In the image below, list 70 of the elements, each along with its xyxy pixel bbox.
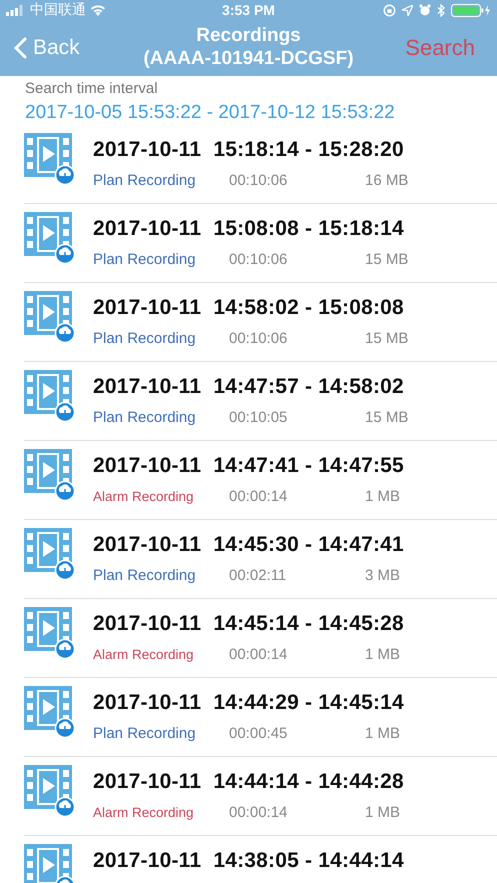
recording-time: 2017-10-11 14:44:29 - 14:45:14 — [93, 690, 404, 716]
video-download-icon — [24, 449, 76, 501]
recording-row[interactable]: 2017-10-11 14:44:14 - 14:44:28 Alarm Recording 00:00:14 1 MB — [0, 757, 497, 836]
recording-duration: 00:00:14 — [229, 646, 288, 664]
wifi-icon — [90, 4, 106, 16]
rotation-lock-icon — [383, 4, 396, 16]
recording-type: Alarm Recording — [93, 646, 195, 664]
recording-row[interactable]: 2017-10-11 14:45:30 - 14:47:41 Plan Recording 00:02:11 3 MB — [0, 520, 497, 599]
recording-time: 2017-10-11 14:58:02 - 15:08:08 — [93, 295, 405, 321]
recording-duration: 00:10:06 — [229, 172, 288, 190]
recording-duration: 00:00:14 — [229, 488, 288, 506]
recording-size: 1 MB — [365, 725, 400, 743]
recording-row[interactable]: 2017-10-11 15:18:14 - 15:28:20 Plan Recording 00:10:06 16 MB — [0, 125, 497, 204]
recording-type: Plan Recording — [93, 725, 197, 743]
interval-label: Search time interval — [25, 80, 159, 98]
recording-size: 3 MB — [365, 567, 400, 585]
recording-row[interactable]: 2017-10-11 14:58:02 - 15:08:08 Plan Recording 00:10:06 15 MB — [0, 283, 497, 362]
recording-duration: 00:10:06 — [229, 251, 288, 269]
recording-row[interactable]: 2017-10-11 14:44:29 - 14:45:14 Plan Recording 00:00:45 1 MB — [0, 678, 497, 757]
recording-row[interactable]: 2017-10-11 14:47:57 - 14:58:02 Plan Recording 00:10:05 15 MB — [0, 362, 497, 441]
location-icon — [402, 4, 413, 16]
recording-time: 2017-10-11 14:45:14 - 14:45:28 — [93, 611, 404, 637]
recording-time: 2017-10-11 14:38:05 - 14:44:14 — [93, 848, 404, 874]
recording-size: 1 MB — [365, 488, 400, 506]
screen-title: Recordings — [196, 24, 301, 47]
recording-type: Plan Recording — [93, 409, 197, 427]
carrier-name: 中国联通 — [30, 1, 86, 19]
recording-size: 1 MB — [365, 804, 400, 822]
recording-row[interactable]: 2017-10-11 14:47:41 - 14:47:55 Alarm Recording 00:00:14 1 MB — [0, 441, 497, 520]
video-download-icon — [24, 212, 76, 264]
recording-duration: 00:10:05 — [229, 409, 288, 427]
recording-size: 15 MB — [365, 251, 408, 269]
video-download-icon — [24, 370, 76, 422]
recording-duration: 00:02:11 — [229, 567, 288, 585]
bluetooth-icon — [437, 4, 445, 16]
alarm-icon — [419, 4, 431, 16]
recording-type: Alarm Recording — [93, 804, 195, 822]
clock-time: 3:53 PM — [222, 2, 275, 18]
recording-duration: 00:00:45 — [229, 725, 288, 743]
recording-type: Plan Recording — [93, 172, 197, 190]
recording-time: 2017-10-11 14:45:30 - 14:47:41 — [93, 532, 404, 558]
video-download-icon — [24, 686, 76, 738]
recording-row[interactable]: 2017-10-11 15:08:08 - 15:18:14 Plan Recording 00:10:06 15 MB — [0, 204, 497, 283]
recording-size: 16 MB — [365, 172, 408, 190]
recording-time: 2017-10-11 15:08:08 - 15:18:14 — [93, 216, 405, 242]
video-download-icon — [24, 844, 76, 883]
video-download-icon — [24, 765, 76, 817]
recording-time: 2017-10-11 14:47:41 - 14:47:55 — [93, 453, 404, 479]
recording-size: 15 MB — [365, 330, 408, 348]
recording-duration: 00:00:14 — [229, 804, 288, 822]
video-download-icon — [24, 528, 76, 580]
recording-row[interactable]: 2017-10-11 14:45:14 - 14:45:28 Alarm Recording 00:00:14 1 MB — [0, 599, 497, 678]
recording-row[interactable]: 2017-10-11 14:38:05 - 14:44:14 — [0, 836, 497, 883]
video-download-icon — [24, 291, 76, 343]
recording-type: Alarm Recording — [93, 488, 195, 506]
recording-time: 2017-10-11 15:18:14 - 15:28:20 — [93, 137, 405, 163]
recording-type: Plan Recording — [93, 567, 197, 585]
recording-time: 2017-10-11 14:44:14 - 14:44:28 — [93, 769, 404, 795]
recording-type: Plan Recording — [93, 330, 197, 348]
battery-icon — [451, 4, 491, 16]
recording-size: 15 MB — [365, 409, 408, 427]
device-id: (AAAA-101941-DCGSF) — [143, 47, 354, 70]
interval-value: 2017-10-05 15:53:22 - 2017-10-12 15:53:22 — [25, 101, 396, 125]
recording-duration: 00:10:06 — [229, 330, 288, 348]
video-download-icon — [24, 607, 76, 659]
video-download-icon — [24, 133, 76, 185]
recording-time: 2017-10-11 14:47:57 - 14:58:02 — [93, 374, 405, 400]
recording-type: Plan Recording — [93, 251, 197, 269]
recording-size: 1 MB — [365, 646, 400, 664]
chevron-left-icon — [14, 37, 27, 59]
